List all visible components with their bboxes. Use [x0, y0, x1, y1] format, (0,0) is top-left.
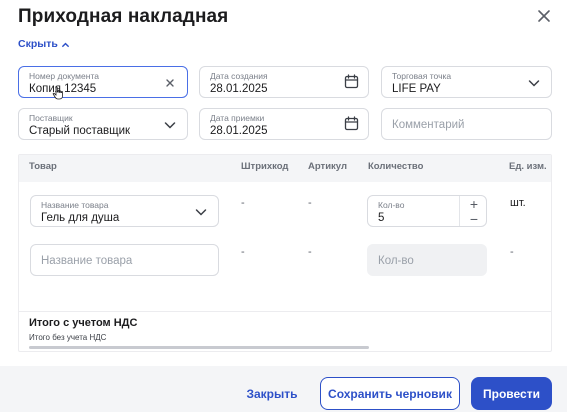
total-without-vat: Итого без учета НДС	[29, 333, 107, 342]
quantity-label: Кол-во	[378, 200, 405, 210]
table-header: Товар Штрихкод Артикул Количество Ед. из…	[19, 155, 551, 182]
calendar-icon[interactable]	[344, 116, 359, 131]
plus-icon[interactable]: +	[460, 196, 488, 212]
created-date-field[interactable]: Дата создания 28.01.2025	[199, 66, 369, 98]
product-input[interactable]: Название товара	[30, 244, 219, 276]
comment-placeholder: Комментарий	[392, 119, 465, 131]
total-with-vat: Итого с учетом НДС	[29, 317, 138, 329]
quantity-stepper[interactable]: Кол-во 5 + −	[367, 195, 487, 227]
barcode-cell: -	[241, 246, 245, 258]
col-unit: Ед. изм.	[509, 161, 547, 172]
post-button[interactable]: Провести	[471, 377, 552, 410]
shop-value: LIFE PAY	[392, 83, 441, 95]
doc-number-field[interactable]: Номер документа Копия 12345	[18, 66, 188, 100]
col-product: Товар	[29, 161, 57, 172]
hide-toggle-label: Скрыть	[18, 38, 58, 50]
quantity-value: 5	[378, 212, 385, 224]
quantity-input-disabled: Кол-во	[367, 244, 487, 276]
divider	[19, 311, 551, 312]
received-date-value: 28.01.2025	[210, 125, 268, 137]
close-icon[interactable]	[534, 6, 554, 26]
dialog-title: Приходная накладная	[18, 6, 229, 27]
chevron-up-icon	[61, 42, 69, 47]
product-placeholder: Название товара	[41, 255, 133, 267]
col-barcode: Штрихкод	[241, 161, 289, 172]
shop-label: Торговая точка	[392, 71, 452, 81]
cursor-hand-icon	[52, 86, 63, 100]
horizontal-scrollbar[interactable]	[29, 346, 369, 349]
created-date-value: 28.01.2025	[210, 83, 268, 95]
close-button[interactable]: Закрыть	[232, 377, 312, 410]
supplier-select[interactable]: Поставщик Старый поставщик	[18, 108, 188, 140]
barcode-cell: -	[241, 197, 245, 209]
hide-toggle[interactable]: Скрыть	[18, 38, 70, 50]
clear-icon[interactable]	[165, 78, 175, 88]
calendar-icon[interactable]	[344, 74, 359, 89]
received-date-field[interactable]: Дата приемки 28.01.2025	[199, 108, 369, 140]
supplier-value: Старый поставщик	[29, 125, 131, 137]
article-cell: -	[308, 197, 312, 209]
product-value: Гель для душа	[41, 212, 120, 224]
minus-icon[interactable]: −	[460, 211, 488, 227]
product-select[interactable]: Название товара Гель для душа	[30, 195, 219, 227]
shop-select[interactable]: Торговая точка LIFE PAY	[381, 66, 552, 98]
product-label: Название товара	[41, 200, 109, 210]
created-date-label: Дата создания	[210, 71, 268, 81]
chevron-down-icon	[195, 209, 207, 216]
comment-input[interactable]: Комментарий	[381, 108, 552, 140]
supplier-label: Поставщик	[29, 113, 73, 123]
save-draft-button[interactable]: Сохранить черновик	[320, 377, 460, 410]
unit-cell: шт.	[510, 197, 526, 209]
quantity-placeholder: Кол-во	[378, 255, 414, 267]
chevron-down-icon	[164, 122, 176, 129]
chevron-down-icon	[528, 80, 540, 87]
article-cell: -	[308, 246, 312, 258]
products-table: Товар Штрихкод Артикул Количество Ед. из…	[18, 154, 552, 352]
doc-number-label: Номер документа	[29, 71, 99, 81]
received-date-label: Дата приемки	[210, 113, 265, 123]
col-article: Артикул	[308, 161, 347, 172]
col-quantity: Количество	[368, 161, 424, 172]
unit-cell: -	[510, 246, 514, 258]
